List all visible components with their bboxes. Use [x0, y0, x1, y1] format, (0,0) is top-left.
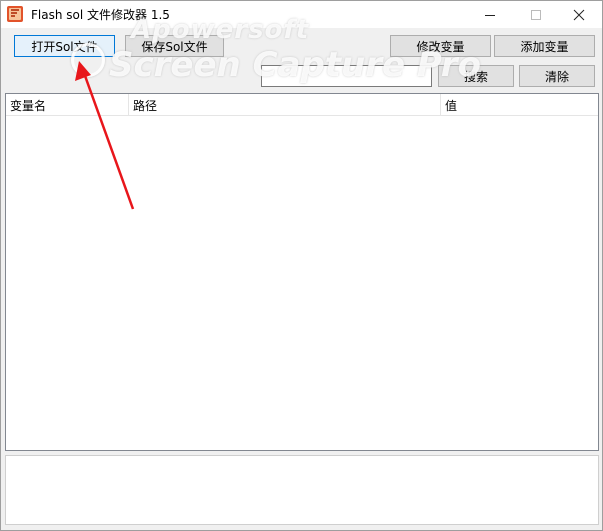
column-header-path[interactable]: 路径: [129, 94, 441, 116]
annotation-arrow-icon: [75, 61, 135, 210]
flash-sol-app-icon: [7, 6, 23, 22]
add-variable-button[interactable]: 添加变量: [494, 35, 595, 57]
app-window: Flash sol 文件修改器 1.5 打开Sol文件 保存Sol文件 修改变量…: [0, 0, 603, 531]
title-bar[interactable]: Flash sol 文件修改器 1.5: [1, 1, 602, 28]
modify-variable-button[interactable]: 修改变量: [390, 35, 491, 57]
minimize-button[interactable]: [467, 1, 513, 28]
minimize-icon: [485, 14, 495, 16]
open-sol-file-button[interactable]: 打开Sol文件: [14, 35, 115, 57]
close-button[interactable]: [556, 1, 602, 28]
clear-button[interactable]: 清除: [519, 65, 595, 87]
maximize-button[interactable]: [513, 1, 559, 28]
maximize-icon: [531, 9, 541, 20]
close-icon: [573, 9, 585, 20]
log-panel: [5, 455, 599, 525]
window-title: Flash sol 文件修改器 1.5: [31, 8, 170, 22]
save-sol-file-button[interactable]: 保存Sol文件: [125, 35, 224, 57]
search-button[interactable]: 搜索: [438, 65, 514, 87]
column-header-value[interactable]: 值: [441, 94, 598, 116]
search-input[interactable]: [261, 65, 432, 87]
